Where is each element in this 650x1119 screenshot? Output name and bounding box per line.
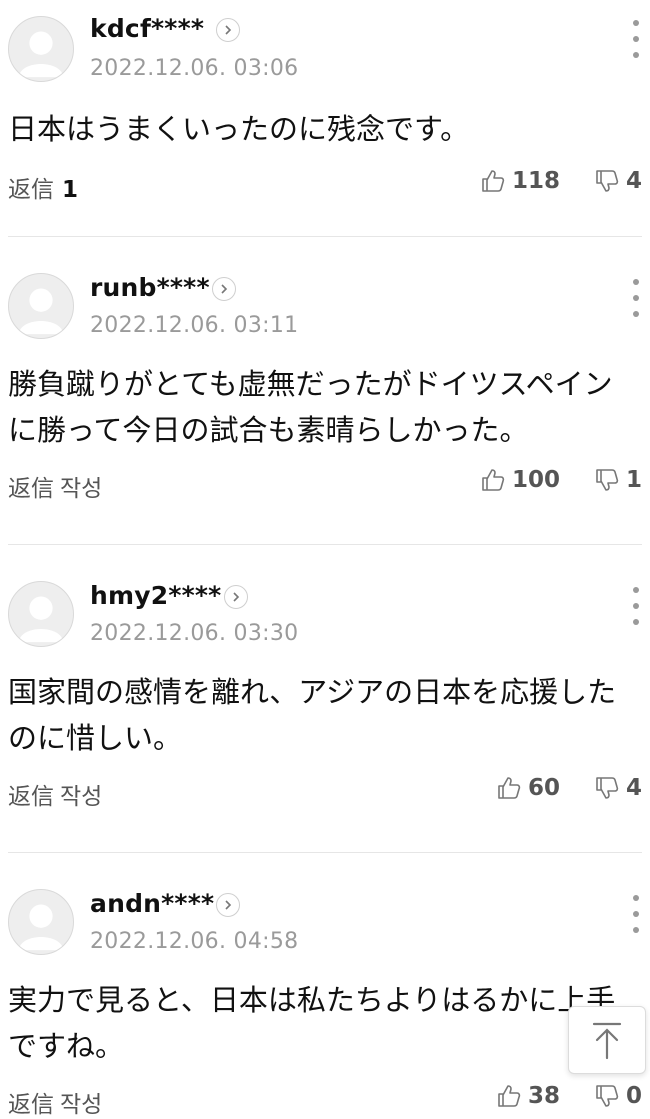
reply-button[interactable]: 返信 작성 — [8, 777, 102, 811]
dislike-button[interactable]: 4 — [594, 168, 642, 194]
arrow-up-icon — [592, 1022, 622, 1060]
reaction-bar: 118 4 — [480, 168, 642, 194]
reply-count: 1 — [62, 177, 79, 203]
avatar[interactable] — [8, 889, 74, 955]
chevron-right-icon[interactable] — [216, 893, 240, 917]
thumbs-up-icon — [498, 777, 521, 799]
comment-text: 勝負蹴りがとても虚無だったがドイツスペインに勝って今日の試合も素晴らしかった。 — [8, 367, 613, 447]
more-vertical-icon[interactable] — [630, 20, 642, 58]
comment-text: 実力で見ると、日本は私たちよりはるかに上手ですね。 — [8, 983, 616, 1063]
comment-date: 2022.12.06. 03:30 — [90, 621, 299, 646]
dislike-count: 4 — [625, 168, 642, 194]
dislike-count: 1 — [625, 467, 642, 493]
comment-date: 2022.12.06. 03:06 — [90, 56, 299, 81]
like-count: 100 — [511, 467, 560, 493]
like-count: 38 — [527, 1083, 560, 1109]
avatar[interactable] — [8, 273, 74, 339]
thumbs-down-icon — [596, 1085, 619, 1107]
like-count: 60 — [527, 775, 560, 801]
reply-label: 返信 — [8, 784, 54, 810]
reaction-bar: 60 4 — [496, 775, 642, 801]
dislike-button[interactable]: 4 — [594, 775, 642, 801]
reaction-bar: 100 1 — [480, 467, 642, 493]
comment-text: 日本はうまくいったのに残念です。 — [8, 112, 470, 146]
comment-username[interactable]: runb**** — [90, 273, 210, 302]
dislike-count: 0 — [625, 1083, 642, 1109]
thumbs-down-icon — [596, 777, 619, 799]
chevron-right-icon[interactable] — [212, 277, 236, 301]
reply-write-label: 작성 — [60, 476, 103, 502]
reply-button[interactable]: 返信 작성 — [8, 469, 102, 503]
thumbs-down-icon — [596, 469, 619, 491]
comment-item: runb**** 2022.12.06. 03:11 勝負蹴りがとても虚無だった… — [8, 237, 642, 545]
like-button[interactable]: 38 — [496, 1083, 560, 1109]
comment-item: hmy2**** 2022.12.06. 03:30 国家間の感情を離れ、アジア… — [8, 545, 642, 853]
reply-button[interactable]: 返信 1 — [8, 170, 78, 204]
reaction-bar: 38 0 — [496, 1083, 642, 1109]
reply-write-label: 작성 — [60, 1092, 103, 1118]
reply-button[interactable]: 返信 작성 — [8, 1085, 102, 1119]
thumbs-down-icon — [596, 170, 619, 192]
scroll-to-top-button[interactable] — [568, 1006, 646, 1074]
avatar[interactable] — [8, 581, 74, 647]
comment-username[interactable]: hmy2**** — [90, 581, 221, 610]
comment-list: kdcf**** 2022.12.06. 03:06 日本はうまくいったのに残念… — [0, 0, 650, 1118]
chevron-right-icon[interactable] — [216, 18, 240, 42]
like-button[interactable]: 100 — [480, 467, 560, 493]
thumbs-up-icon — [482, 469, 505, 491]
comment-username[interactable]: andn**** — [90, 889, 214, 918]
like-count: 118 — [511, 168, 560, 194]
more-vertical-icon[interactable] — [630, 587, 642, 625]
thumbs-up-icon — [482, 170, 505, 192]
like-button[interactable]: 60 — [496, 775, 560, 801]
more-vertical-icon[interactable] — [630, 279, 642, 317]
reply-label: 返信 — [8, 1092, 54, 1118]
comment-item: kdcf**** 2022.12.06. 03:06 日本はうまくいったのに残念… — [8, 0, 642, 237]
comment-date: 2022.12.06. 04:58 — [90, 929, 299, 954]
more-vertical-icon[interactable] — [630, 895, 642, 933]
comment-date: 2022.12.06. 03:11 — [90, 313, 299, 338]
reply-label: 返信 — [8, 476, 54, 502]
like-button[interactable]: 118 — [480, 168, 560, 194]
thumbs-up-icon — [498, 1085, 521, 1107]
avatar[interactable] — [8, 16, 74, 82]
dislike-count: 4 — [625, 775, 642, 801]
comment-username[interactable]: kdcf**** — [90, 14, 204, 43]
reply-label: 返信 — [8, 177, 54, 203]
reply-write-label: 작성 — [60, 784, 103, 810]
chevron-right-icon[interactable] — [224, 585, 248, 609]
dislike-button[interactable]: 1 — [594, 467, 642, 493]
comment-item: andn**** 2022.12.06. 04:58 実力で見ると、日本は私たち… — [8, 853, 642, 1118]
comment-text: 国家間の感情を離れ、アジアの日本を応援したのに惜しい。 — [8, 675, 617, 755]
dislike-button[interactable]: 0 — [594, 1083, 642, 1109]
